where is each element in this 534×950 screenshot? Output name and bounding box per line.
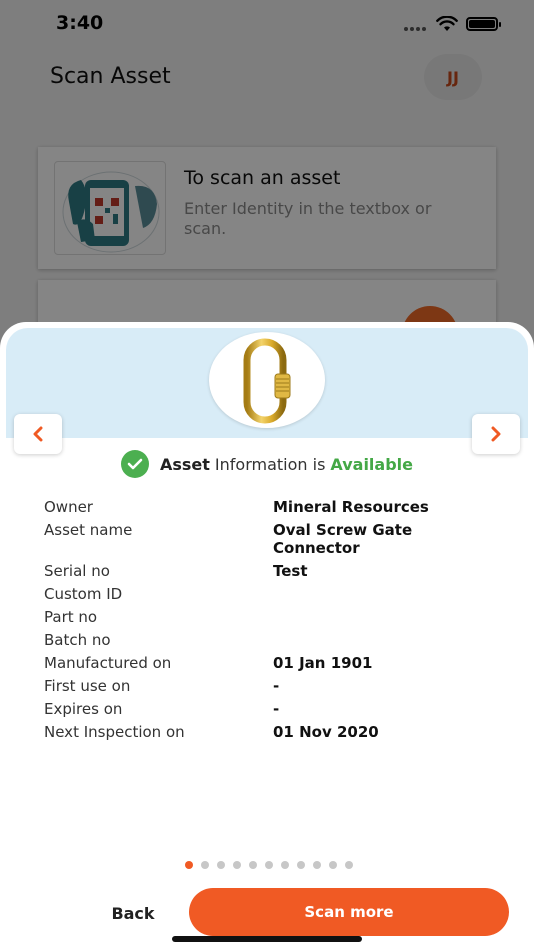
detail-label: First use on xyxy=(44,677,131,695)
page-dot[interactable] xyxy=(313,861,321,869)
detail-value xyxy=(273,631,473,649)
availability-status: Asset Information is Available xyxy=(0,450,534,478)
page-dot[interactable] xyxy=(233,861,241,869)
detail-row: Expires on - xyxy=(44,700,504,718)
detail-value: Mineral Resources xyxy=(273,498,429,516)
carabiner-image xyxy=(209,332,325,428)
detail-value: 01 Nov 2020 xyxy=(273,723,379,741)
availability-status-word: Available xyxy=(330,454,413,474)
detail-value: - xyxy=(273,700,280,718)
page-dot[interactable] xyxy=(249,861,257,869)
home-indicator xyxy=(172,936,362,942)
detail-value: 01 Jan 1901 xyxy=(273,654,373,672)
scan-more-button[interactable]: Scan more xyxy=(189,888,509,936)
detail-row: First use on - xyxy=(44,677,504,695)
detail-value xyxy=(273,608,473,626)
page-dot[interactable] xyxy=(217,861,225,869)
detail-label: Part no xyxy=(44,608,98,626)
detail-value: Oval Screw Gate Connector xyxy=(273,521,413,557)
page-dot[interactable] xyxy=(185,861,193,869)
availability-middle-text: Information is xyxy=(214,454,326,474)
next-asset-button[interactable] xyxy=(472,414,520,454)
detail-row: Batch no xyxy=(44,631,504,649)
detail-label: Serial no xyxy=(44,562,110,580)
detail-value: - xyxy=(273,677,280,695)
detail-label: Asset name xyxy=(44,521,133,539)
check-circle-icon xyxy=(120,450,149,478)
availability-asset-word: Asset xyxy=(159,454,210,474)
detail-row: Part no xyxy=(44,608,504,626)
chevron-left-icon xyxy=(33,426,43,442)
detail-value xyxy=(273,585,473,603)
detail-row: Custom ID xyxy=(44,585,504,603)
detail-label: Owner xyxy=(44,498,93,516)
asset-details-table: Owner Mineral Resources Asset name Oval Scr… xyxy=(44,498,504,746)
detail-label: Next Inspection on xyxy=(44,723,185,741)
page-dot[interactable] xyxy=(265,861,273,869)
detail-row: Owner Mineral Resources xyxy=(44,498,504,516)
detail-label: Expires on xyxy=(44,700,123,718)
detail-label: Batch no xyxy=(44,631,111,649)
page-indicator xyxy=(185,861,353,869)
detail-row: Next Inspection on 01 Nov 2020 xyxy=(44,723,504,741)
detail-label: Manufactured on xyxy=(44,654,172,672)
detail-label: Custom ID xyxy=(44,585,123,603)
page-dot[interactable] xyxy=(329,861,337,869)
detail-row: Manufactured on 01 Jan 1901 xyxy=(44,654,504,672)
back-button[interactable]: Back xyxy=(100,900,166,926)
previous-asset-button[interactable] xyxy=(14,414,62,454)
page-dot[interactable] xyxy=(201,861,209,869)
detail-value: Test xyxy=(273,562,308,580)
asset-info-sheet: Asset Information is Available Owner Mine… xyxy=(0,322,534,950)
page-dot[interactable] xyxy=(281,861,289,869)
page-dot[interactable] xyxy=(297,861,305,869)
chevron-right-icon xyxy=(491,426,501,442)
detail-row: Asset name Oval Screw Gate Connector xyxy=(44,521,504,557)
page-dot[interactable] xyxy=(345,861,353,869)
detail-row: Serial no Test xyxy=(44,562,504,580)
